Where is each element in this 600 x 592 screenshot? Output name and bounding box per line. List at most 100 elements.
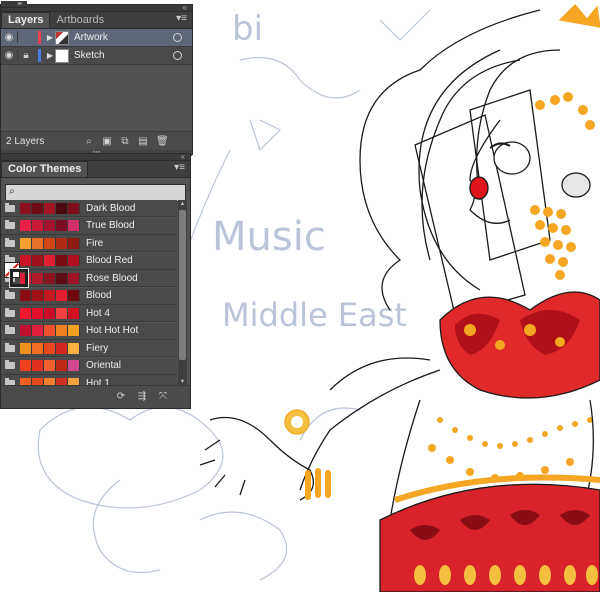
- stroke-swatch[interactable]: [9, 268, 29, 288]
- color-swatch[interactable]: [68, 272, 80, 284]
- panel-menu-icon[interactable]: ▾≡: [174, 162, 185, 174]
- color-swatch[interactable]: [68, 325, 80, 336]
- color-swatch[interactable]: [68, 290, 80, 301]
- theme-row[interactable]: Hot Hot Hot: [1, 322, 177, 340]
- theme-row[interactable]: Fire: [1, 235, 177, 252]
- color-swatch[interactable]: [68, 237, 80, 249]
- color-swatch[interactable]: [20, 342, 32, 354]
- theme-swatches[interactable]: [20, 202, 80, 214]
- theme-swatches[interactable]: [20, 237, 80, 249]
- color-swatch[interactable]: [56, 255, 68, 266]
- panel-grip[interactable]: ▪▪: [1, 0, 27, 8]
- tab-color-themes[interactable]: Color Themes: [1, 161, 89, 177]
- color-swatch[interactable]: [56, 202, 68, 214]
- color-swatch[interactable]: [68, 202, 80, 214]
- color-swatch[interactable]: [56, 272, 68, 284]
- scrollbar[interactable]: ▲ ▼: [178, 200, 187, 386]
- color-swatch[interactable]: [32, 290, 44, 301]
- color-swatch[interactable]: [56, 360, 68, 371]
- color-swatch[interactable]: [44, 272, 56, 284]
- collapse-icon[interactable]: «: [181, 153, 186, 161]
- theme-swatches[interactable]: [20, 325, 80, 336]
- locate-object-icon[interactable]: ⌕: [84, 136, 94, 147]
- target-circle-icon[interactable]: [173, 51, 182, 60]
- color-swatch[interactable]: [20, 202, 32, 214]
- expand-triangle-icon[interactable]: ▶: [45, 51, 55, 60]
- color-swatch[interactable]: [32, 237, 44, 249]
- color-swatch[interactable]: [20, 290, 32, 301]
- new-layer-icon[interactable]: ▤: [138, 136, 148, 147]
- refresh-icon[interactable]: ⟳: [116, 391, 126, 402]
- color-swatch[interactable]: [44, 360, 56, 371]
- color-swatch[interactable]: [32, 272, 44, 284]
- color-swatch[interactable]: [56, 342, 68, 354]
- eye-icon[interactable]: ◉: [1, 32, 17, 43]
- color-swatch[interactable]: [20, 360, 32, 371]
- new-sublayer-icon[interactable]: ⧉: [120, 136, 130, 147]
- layer-row-artwork[interactable]: ◉ ▶ Artwork: [1, 29, 192, 47]
- collapse-icon[interactable]: «: [183, 4, 188, 12]
- color-swatch[interactable]: [56, 325, 68, 336]
- color-swatch[interactable]: [44, 220, 56, 231]
- color-swatch[interactable]: [32, 220, 44, 231]
- scroll-up-icon[interactable]: ▲: [178, 200, 187, 208]
- tab-artboards[interactable]: Artboards: [50, 13, 110, 28]
- color-swatch[interactable]: [32, 360, 44, 371]
- theme-swatches[interactable]: [20, 255, 80, 266]
- color-swatch[interactable]: [32, 255, 44, 266]
- color-swatch[interactable]: [44, 255, 56, 266]
- color-swatch[interactable]: [44, 342, 56, 354]
- theme-swatches[interactable]: [20, 360, 80, 371]
- color-swatch[interactable]: [56, 290, 68, 301]
- color-swatch[interactable]: [44, 307, 56, 319]
- panel-grip[interactable]: «: [1, 153, 190, 161]
- layer-name[interactable]: Sketch: [74, 50, 173, 61]
- color-swatch[interactable]: [68, 255, 80, 266]
- color-swatch[interactable]: [20, 307, 32, 319]
- color-swatch[interactable]: [20, 237, 32, 249]
- color-swatch[interactable]: [20, 325, 32, 336]
- theme-row[interactable]: Dark Blood: [1, 200, 177, 217]
- theme-swatches[interactable]: [20, 290, 80, 301]
- color-swatch[interactable]: [68, 342, 80, 354]
- add-to-swatches-icon[interactable]: ⇶: [137, 391, 147, 402]
- color-swatch[interactable]: [56, 307, 68, 319]
- color-swatch[interactable]: [44, 237, 56, 249]
- color-swatch[interactable]: [44, 325, 56, 336]
- theme-row[interactable]: Blood: [1, 287, 177, 305]
- expand-triangle-icon[interactable]: ▶: [45, 33, 55, 42]
- scroll-thumb[interactable]: [179, 210, 186, 360]
- target-circle-icon[interactable]: [173, 33, 182, 42]
- theme-row[interactable]: Hot 4: [1, 305, 177, 322]
- lock-toggle[interactable]: [17, 32, 34, 43]
- color-swatch[interactable]: [56, 237, 68, 249]
- lock-icon[interactable]: 🔒︎: [17, 50, 34, 61]
- collapse-icon[interactable]: ▪▪: [17, 0, 22, 8]
- layer-row-sketch[interactable]: ◉ 🔒︎ ▶ Sketch: [1, 47, 192, 65]
- theme-swatches[interactable]: [20, 272, 80, 284]
- color-swatch[interactable]: [56, 220, 68, 231]
- theme-swatches[interactable]: [20, 342, 80, 354]
- tab-layers[interactable]: Layers: [1, 12, 51, 28]
- search-input[interactable]: [22, 186, 182, 198]
- delete-icon[interactable]: 🗑︎: [156, 136, 169, 147]
- color-swatch[interactable]: [32, 325, 44, 336]
- color-swatch[interactable]: [44, 290, 56, 301]
- make-clipping-mask-icon[interactable]: ▣: [102, 136, 112, 147]
- theme-swatches[interactable]: [20, 220, 80, 231]
- color-swatch[interactable]: [68, 307, 80, 319]
- color-swatch[interactable]: [20, 220, 32, 231]
- theme-row[interactable]: Blood Red: [1, 252, 177, 270]
- theme-swatches[interactable]: [20, 307, 80, 319]
- fill-stroke-widget[interactable]: [1, 259, 29, 289]
- color-swatch[interactable]: [68, 360, 80, 371]
- expand-icon[interactable]: ⤧: [158, 391, 168, 402]
- layer-name[interactable]: Artwork: [74, 32, 173, 43]
- theme-row[interactable]: Oriental: [1, 357, 177, 375]
- color-swatch[interactable]: [68, 220, 80, 231]
- panel-grip[interactable]: «: [1, 4, 192, 12]
- panel-menu-icon[interactable]: ▾≡: [176, 13, 187, 25]
- color-swatch[interactable]: [32, 307, 44, 319]
- eye-icon[interactable]: ◉: [1, 50, 17, 61]
- color-swatch[interactable]: [32, 342, 44, 354]
